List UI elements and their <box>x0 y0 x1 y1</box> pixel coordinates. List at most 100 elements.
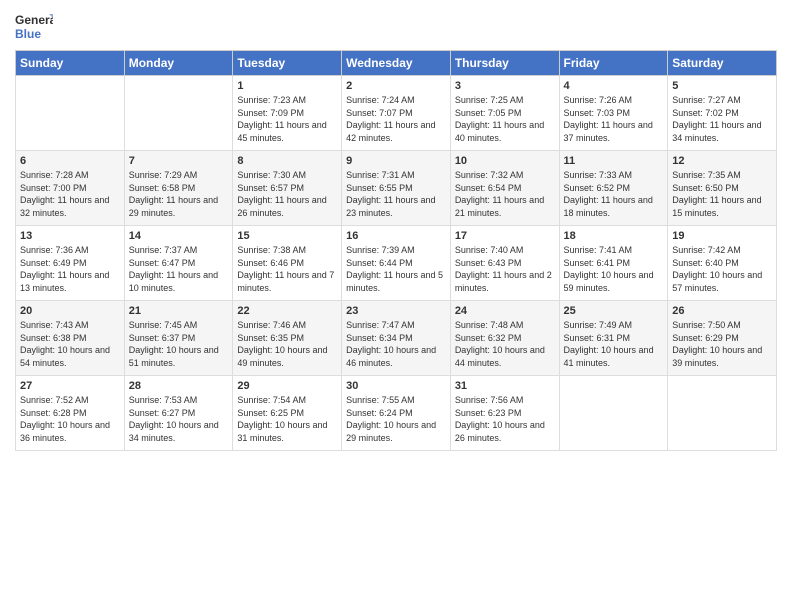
day-number: 27 <box>20 380 120 392</box>
day-info: Sunrise: 7:48 AMSunset: 6:32 PMDaylight:… <box>455 319 555 369</box>
day-info: Sunrise: 7:53 AMSunset: 6:27 PMDaylight:… <box>129 394 229 444</box>
day-number: 24 <box>455 305 555 317</box>
calendar-cell <box>16 76 125 151</box>
day-number: 4 <box>564 80 664 92</box>
day-number: 10 <box>455 155 555 167</box>
calendar-cell: 23 Sunrise: 7:47 AMSunset: 6:34 PMDaylig… <box>342 301 451 376</box>
day-info: Sunrise: 7:43 AMSunset: 6:38 PMDaylight:… <box>20 319 120 369</box>
calendar-cell: 9 Sunrise: 7:31 AMSunset: 6:55 PMDayligh… <box>342 151 451 226</box>
calendar-cell: 24 Sunrise: 7:48 AMSunset: 6:32 PMDaylig… <box>450 301 559 376</box>
calendar-table: SundayMondayTuesdayWednesdayThursdayFrid… <box>15 50 777 451</box>
day-info: Sunrise: 7:28 AMSunset: 7:00 PMDaylight:… <box>20 169 120 219</box>
week-row-3: 13 Sunrise: 7:36 AMSunset: 6:49 PMDaylig… <box>16 226 777 301</box>
day-number: 6 <box>20 155 120 167</box>
weekday-header-monday: Monday <box>124 51 233 76</box>
day-info: Sunrise: 7:42 AMSunset: 6:40 PMDaylight:… <box>672 244 772 294</box>
week-row-4: 20 Sunrise: 7:43 AMSunset: 6:38 PMDaylig… <box>16 301 777 376</box>
calendar-cell: 15 Sunrise: 7:38 AMSunset: 6:46 PMDaylig… <box>233 226 342 301</box>
calendar-cell: 10 Sunrise: 7:32 AMSunset: 6:54 PMDaylig… <box>450 151 559 226</box>
calendar-cell <box>668 376 777 451</box>
day-number: 29 <box>237 380 337 392</box>
calendar-cell: 14 Sunrise: 7:37 AMSunset: 6:47 PMDaylig… <box>124 226 233 301</box>
day-info: Sunrise: 7:40 AMSunset: 6:43 PMDaylight:… <box>455 244 555 294</box>
calendar-cell: 11 Sunrise: 7:33 AMSunset: 6:52 PMDaylig… <box>559 151 668 226</box>
calendar-cell: 30 Sunrise: 7:55 AMSunset: 6:24 PMDaylig… <box>342 376 451 451</box>
day-info: Sunrise: 7:35 AMSunset: 6:50 PMDaylight:… <box>672 169 772 219</box>
day-number: 13 <box>20 230 120 242</box>
calendar-cell <box>559 376 668 451</box>
day-info: Sunrise: 7:54 AMSunset: 6:25 PMDaylight:… <box>237 394 337 444</box>
day-info: Sunrise: 7:38 AMSunset: 6:46 PMDaylight:… <box>237 244 337 294</box>
calendar-cell: 29 Sunrise: 7:54 AMSunset: 6:25 PMDaylig… <box>233 376 342 451</box>
day-info: Sunrise: 7:56 AMSunset: 6:23 PMDaylight:… <box>455 394 555 444</box>
day-info: Sunrise: 7:31 AMSunset: 6:55 PMDaylight:… <box>346 169 446 219</box>
day-number: 5 <box>672 80 772 92</box>
calendar-cell: 22 Sunrise: 7:46 AMSunset: 6:35 PMDaylig… <box>233 301 342 376</box>
day-info: Sunrise: 7:32 AMSunset: 6:54 PMDaylight:… <box>455 169 555 219</box>
weekday-header-tuesday: Tuesday <box>233 51 342 76</box>
day-number: 14 <box>129 230 229 242</box>
day-info: Sunrise: 7:39 AMSunset: 6:44 PMDaylight:… <box>346 244 446 294</box>
calendar-cell: 4 Sunrise: 7:26 AMSunset: 7:03 PMDayligh… <box>559 76 668 151</box>
day-number: 28 <box>129 380 229 392</box>
calendar-cell: 13 Sunrise: 7:36 AMSunset: 6:49 PMDaylig… <box>16 226 125 301</box>
week-row-1: 1 Sunrise: 7:23 AMSunset: 7:09 PMDayligh… <box>16 76 777 151</box>
day-info: Sunrise: 7:46 AMSunset: 6:35 PMDaylight:… <box>237 319 337 369</box>
day-info: Sunrise: 7:55 AMSunset: 6:24 PMDaylight:… <box>346 394 446 444</box>
day-number: 8 <box>237 155 337 167</box>
calendar-cell: 17 Sunrise: 7:40 AMSunset: 6:43 PMDaylig… <box>450 226 559 301</box>
day-number: 11 <box>564 155 664 167</box>
day-number: 26 <box>672 305 772 317</box>
day-number: 30 <box>346 380 446 392</box>
day-number: 19 <box>672 230 772 242</box>
day-number: 12 <box>672 155 772 167</box>
calendar-cell: 3 Sunrise: 7:25 AMSunset: 7:05 PMDayligh… <box>450 76 559 151</box>
day-info: Sunrise: 7:27 AMSunset: 7:02 PMDaylight:… <box>672 94 772 144</box>
calendar-cell <box>124 76 233 151</box>
calendar-cell: 5 Sunrise: 7:27 AMSunset: 7:02 PMDayligh… <box>668 76 777 151</box>
day-info: Sunrise: 7:25 AMSunset: 7:05 PMDaylight:… <box>455 94 555 144</box>
day-number: 20 <box>20 305 120 317</box>
day-info: Sunrise: 7:47 AMSunset: 6:34 PMDaylight:… <box>346 319 446 369</box>
week-row-5: 27 Sunrise: 7:52 AMSunset: 6:28 PMDaylig… <box>16 376 777 451</box>
day-info: Sunrise: 7:24 AMSunset: 7:07 PMDaylight:… <box>346 94 446 144</box>
day-number: 25 <box>564 305 664 317</box>
calendar-cell: 8 Sunrise: 7:30 AMSunset: 6:57 PMDayligh… <box>233 151 342 226</box>
calendar-cell: 27 Sunrise: 7:52 AMSunset: 6:28 PMDaylig… <box>16 376 125 451</box>
day-number: 15 <box>237 230 337 242</box>
day-number: 7 <box>129 155 229 167</box>
header: General Blue <box>15 10 777 42</box>
calendar-cell: 16 Sunrise: 7:39 AMSunset: 6:44 PMDaylig… <box>342 226 451 301</box>
calendar-cell: 6 Sunrise: 7:28 AMSunset: 7:00 PMDayligh… <box>16 151 125 226</box>
svg-text:Blue: Blue <box>15 27 41 41</box>
calendar-cell: 28 Sunrise: 7:53 AMSunset: 6:27 PMDaylig… <box>124 376 233 451</box>
day-info: Sunrise: 7:45 AMSunset: 6:37 PMDaylight:… <box>129 319 229 369</box>
day-number: 23 <box>346 305 446 317</box>
day-info: Sunrise: 7:50 AMSunset: 6:29 PMDaylight:… <box>672 319 772 369</box>
day-info: Sunrise: 7:30 AMSunset: 6:57 PMDaylight:… <box>237 169 337 219</box>
day-number: 1 <box>237 80 337 92</box>
weekday-header-sunday: Sunday <box>16 51 125 76</box>
day-info: Sunrise: 7:26 AMSunset: 7:03 PMDaylight:… <box>564 94 664 144</box>
week-row-2: 6 Sunrise: 7:28 AMSunset: 7:00 PMDayligh… <box>16 151 777 226</box>
calendar-cell: 1 Sunrise: 7:23 AMSunset: 7:09 PMDayligh… <box>233 76 342 151</box>
weekday-header-wednesday: Wednesday <box>342 51 451 76</box>
day-number: 2 <box>346 80 446 92</box>
logo: General Blue <box>15 10 53 42</box>
calendar-page: General Blue SundayMondayTuesdayWednesda… <box>0 0 792 612</box>
calendar-cell: 26 Sunrise: 7:50 AMSunset: 6:29 PMDaylig… <box>668 301 777 376</box>
day-info: Sunrise: 7:52 AMSunset: 6:28 PMDaylight:… <box>20 394 120 444</box>
logo-svg: General Blue <box>15 10 53 42</box>
calendar-cell: 2 Sunrise: 7:24 AMSunset: 7:07 PMDayligh… <box>342 76 451 151</box>
calendar-cell: 21 Sunrise: 7:45 AMSunset: 6:37 PMDaylig… <box>124 301 233 376</box>
day-number: 17 <box>455 230 555 242</box>
calendar-cell: 25 Sunrise: 7:49 AMSunset: 6:31 PMDaylig… <box>559 301 668 376</box>
day-info: Sunrise: 7:36 AMSunset: 6:49 PMDaylight:… <box>20 244 120 294</box>
calendar-cell: 31 Sunrise: 7:56 AMSunset: 6:23 PMDaylig… <box>450 376 559 451</box>
calendar-cell: 20 Sunrise: 7:43 AMSunset: 6:38 PMDaylig… <box>16 301 125 376</box>
day-number: 21 <box>129 305 229 317</box>
day-info: Sunrise: 7:33 AMSunset: 6:52 PMDaylight:… <box>564 169 664 219</box>
day-number: 18 <box>564 230 664 242</box>
day-info: Sunrise: 7:23 AMSunset: 7:09 PMDaylight:… <box>237 94 337 144</box>
calendar-cell: 19 Sunrise: 7:42 AMSunset: 6:40 PMDaylig… <box>668 226 777 301</box>
